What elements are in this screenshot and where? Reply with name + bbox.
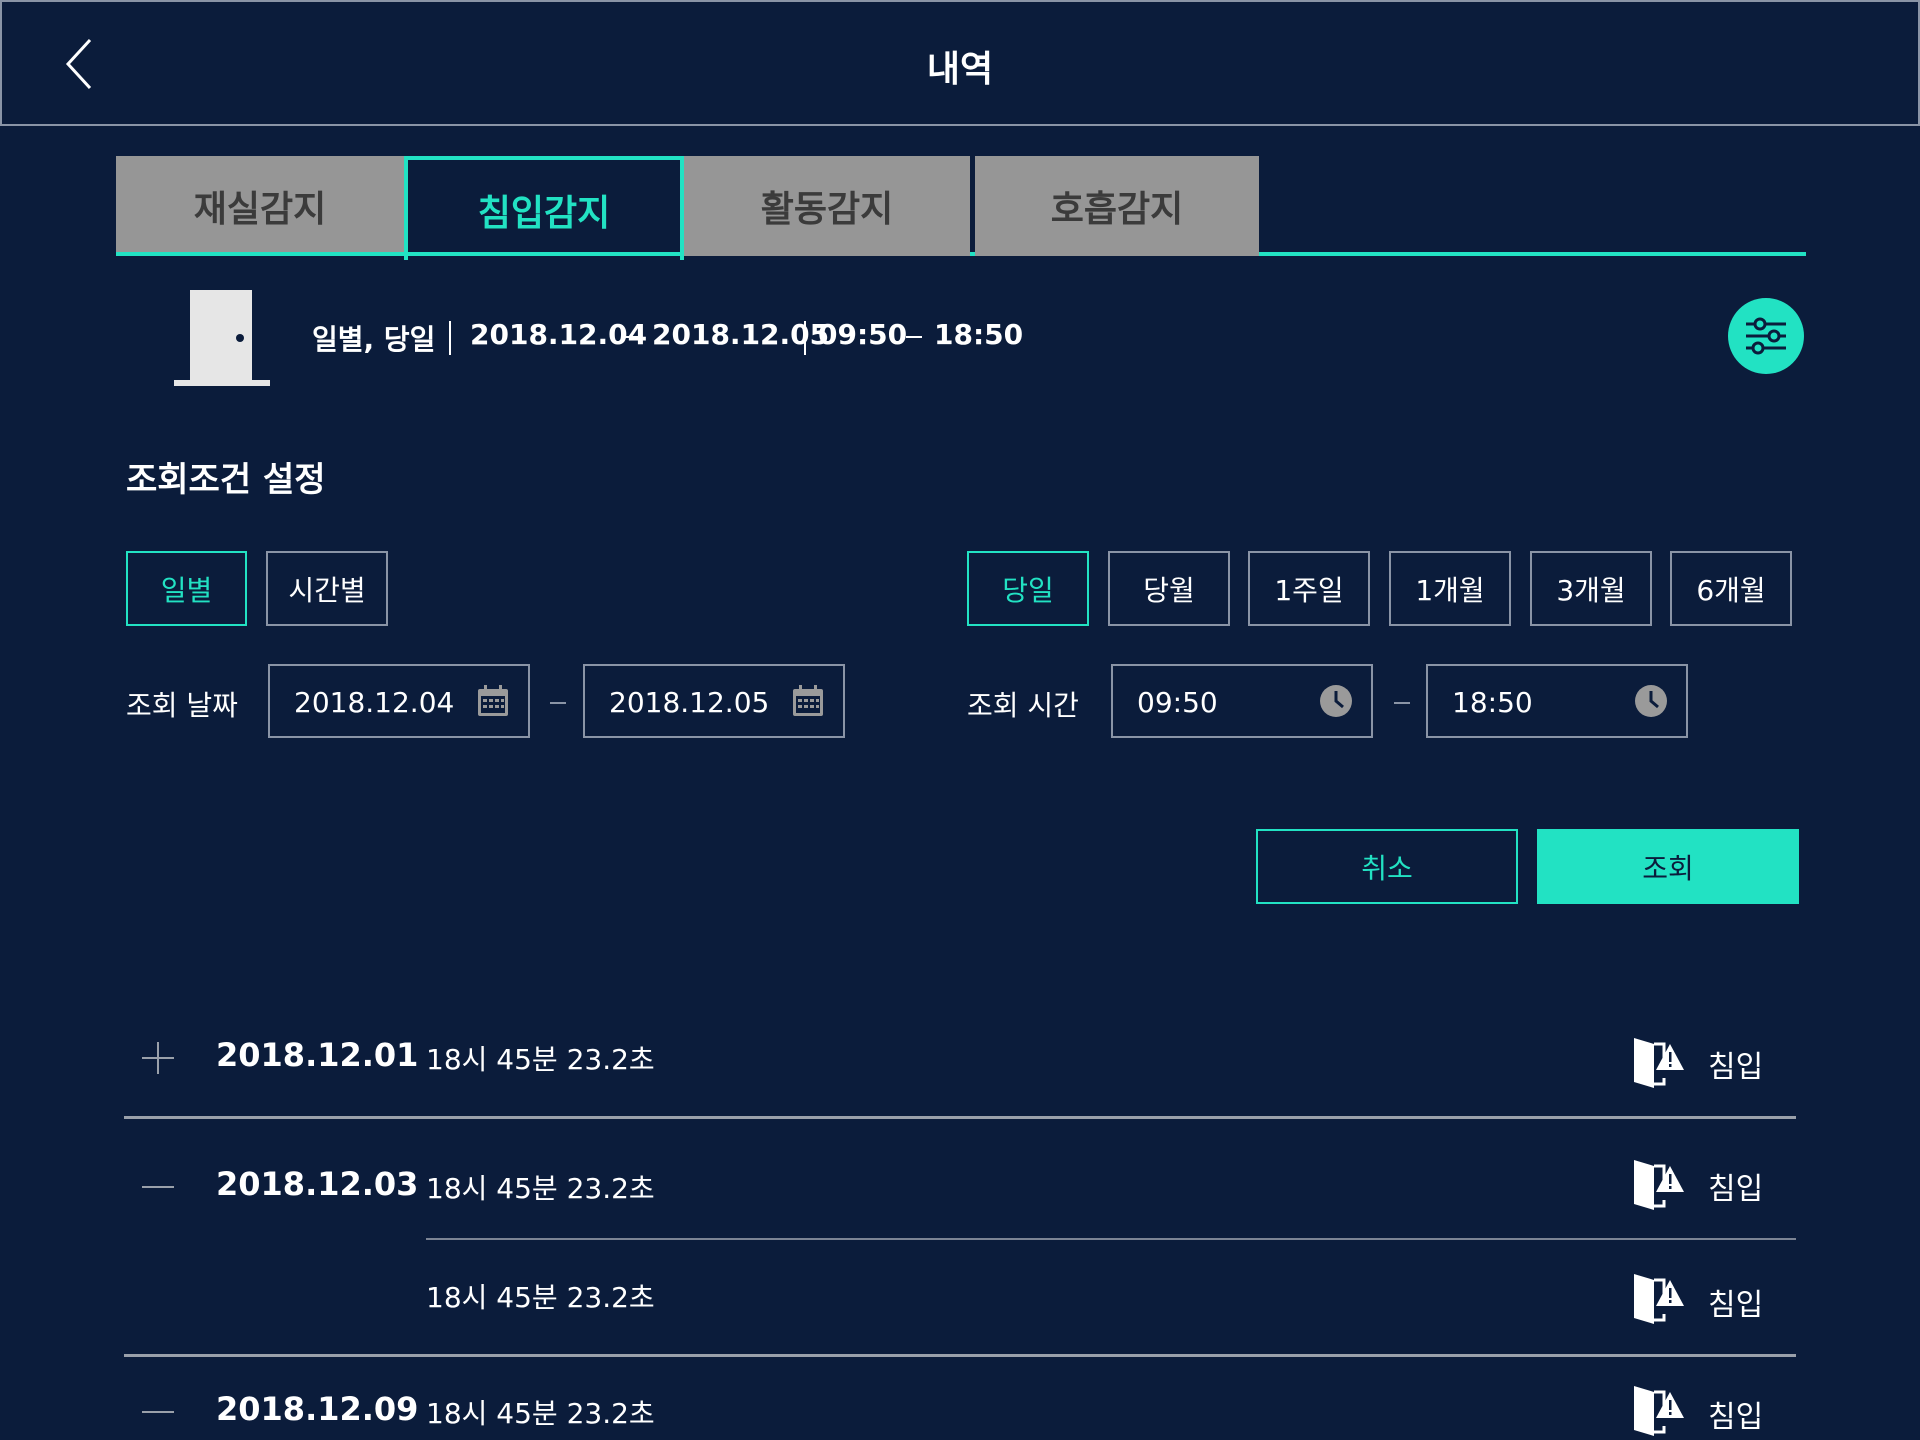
filter-button[interactable] — [1728, 298, 1804, 374]
summary-dash — [624, 336, 640, 338]
date-label: 조회 날짜 — [126, 689, 238, 722]
calendar-icon[interactable] — [791, 684, 825, 718]
intrusion-door-alert-icon — [1634, 1160, 1684, 1210]
summary-time-start: 09:50 — [818, 318, 908, 351]
record-time: 18시 45분 23.2초 — [426, 1172, 655, 1205]
record-date: 2018.12.09 — [216, 1390, 419, 1428]
record-date: 2018.12.01 — [216, 1036, 419, 1074]
time-to-field[interactable]: 18:50 — [1426, 664, 1688, 738]
time-range-dash — [1394, 702, 1410, 704]
record-event: 침입 — [1708, 1400, 1764, 1435]
collapse-minus-icon[interactable] — [140, 1169, 176, 1205]
clock-icon[interactable] — [1634, 684, 1668, 718]
period-3month-button[interactable]: 3개월 — [1530, 551, 1652, 626]
record-time: 18시 45분 23.2초 — [426, 1043, 655, 1076]
date-from-value: 2018.12.04 — [294, 686, 455, 719]
time-from-value: 09:50 — [1137, 686, 1218, 719]
clock-icon[interactable] — [1319, 684, 1353, 718]
date-range-dash — [550, 702, 566, 704]
cancel-button[interactable]: 취소 — [1256, 829, 1518, 904]
date-to-field[interactable]: 2018.12.05 — [583, 664, 845, 738]
period-1month-button[interactable]: 1개월 — [1389, 551, 1511, 626]
search-button[interactable]: 조회 — [1537, 829, 1799, 904]
tab-intrusion[interactable]: 침입감지 — [404, 156, 684, 260]
record-event: 침입 — [1708, 1172, 1764, 1207]
tab-activity[interactable]: 활동감지 — [684, 156, 970, 256]
intrusion-door-alert-icon — [1634, 1038, 1684, 1088]
tab-presence[interactable]: 재실감지 — [116, 156, 404, 256]
collapse-minus-icon[interactable] — [140, 1394, 176, 1430]
record-event: 침입 — [1708, 1288, 1764, 1323]
record-time: 18시 45분 23.2초 — [426, 1281, 655, 1314]
intrusion-door-alert-icon — [1634, 1274, 1684, 1324]
summary-mode: 일별, 당일 — [312, 323, 436, 356]
record-date: 2018.12.03 — [216, 1165, 419, 1203]
time-from-field[interactable]: 09:50 — [1111, 664, 1373, 738]
time-to-value: 18:50 — [1452, 686, 1533, 719]
sliders-icon — [1746, 317, 1786, 355]
period-6month-button[interactable]: 6개월 — [1670, 551, 1792, 626]
door-icon — [172, 288, 272, 388]
row-divider — [124, 1116, 1796, 1119]
tab-breathing[interactable]: 호흡감지 — [975, 156, 1259, 256]
date-to-value: 2018.12.05 — [609, 686, 770, 719]
sub-row-divider — [426, 1238, 1796, 1240]
summary-date-end: 2018.12.05 — [652, 318, 830, 351]
unit-daily-button[interactable]: 일별 — [126, 551, 247, 626]
calendar-icon[interactable] — [476, 684, 510, 718]
period-this-month-button[interactable]: 당월 — [1108, 551, 1230, 626]
summary-separator — [449, 321, 451, 355]
date-from-field[interactable]: 2018.12.04 — [268, 664, 530, 738]
intrusion-door-alert-icon — [1634, 1386, 1684, 1436]
record-event: 침입 — [1708, 1050, 1764, 1085]
summary-date-start: 2018.12.04 — [470, 318, 648, 351]
row-divider — [124, 1354, 1796, 1357]
summary-separator — [804, 321, 806, 355]
page-title: 내역 — [926, 49, 994, 90]
unit-hourly-button[interactable]: 시간별 — [266, 551, 388, 626]
record-time: 18시 45분 23.2초 — [426, 1397, 655, 1430]
period-today-button[interactable]: 당일 — [967, 551, 1089, 626]
section-title: 조회조건 설정 — [126, 460, 326, 500]
summary-dash — [906, 336, 922, 338]
summary-time-end: 18:50 — [934, 318, 1024, 351]
time-label: 조회 시간 — [967, 689, 1079, 722]
period-1week-button[interactable]: 1주일 — [1248, 551, 1370, 626]
expand-plus-icon[interactable] — [140, 1040, 176, 1076]
